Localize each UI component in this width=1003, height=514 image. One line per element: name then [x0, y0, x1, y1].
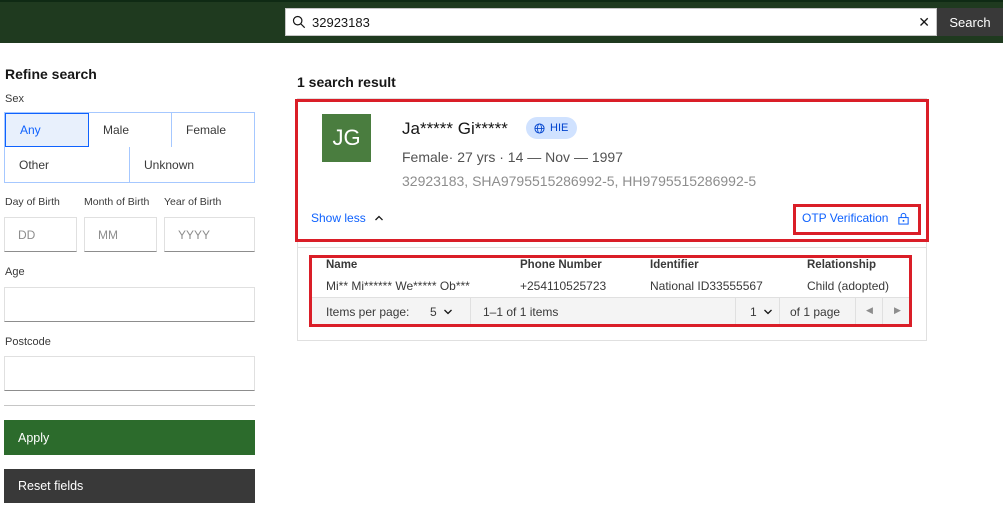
- reset-fields-button[interactable]: Reset fields: [4, 469, 255, 503]
- refine-sidebar: Refine search Sex Any Male Female Other …: [0, 43, 262, 514]
- search-icon: [292, 15, 306, 29]
- sex-option-unknown[interactable]: Unknown: [130, 147, 254, 182]
- search-button[interactable]: Search: [937, 8, 1003, 36]
- close-icon[interactable]: ✕: [918, 14, 930, 30]
- sex-label: Sex: [5, 93, 24, 105]
- sex-option-any[interactable]: Any: [5, 113, 89, 147]
- search-box[interactable]: ✕: [285, 8, 937, 36]
- year-of-birth-field[interactable]: YYYY: [164, 217, 255, 252]
- month-of-birth-label: Month of Birth: [84, 196, 150, 208]
- sex-option-other[interactable]: Other: [5, 147, 130, 182]
- sex-options-row-1: Any Male Female: [4, 112, 255, 148]
- results-count-title: 1 search result: [297, 74, 396, 90]
- month-of-birth-field[interactable]: MM: [84, 217, 157, 252]
- sex-option-male[interactable]: Male: [89, 113, 172, 147]
- related-persons-highlight: [309, 255, 912, 327]
- sex-options-row-2: Other Unknown: [4, 147, 255, 183]
- search-input[interactable]: [312, 9, 902, 35]
- top-bar-strip: [0, 0, 1003, 2]
- otp-highlight: [793, 204, 921, 235]
- day-of-birth-field[interactable]: DD: [4, 217, 77, 252]
- sidebar-divider: [4, 405, 255, 406]
- sex-option-female[interactable]: Female: [172, 113, 254, 147]
- age-label: Age: [5, 266, 25, 278]
- refine-title: Refine search: [5, 66, 97, 82]
- year-of-birth-label: Year of Birth: [164, 196, 222, 208]
- postcode-field[interactable]: [4, 356, 255, 391]
- day-of-birth-label: Day of Birth: [5, 196, 60, 208]
- age-field[interactable]: [4, 287, 255, 322]
- postcode-label: Postcode: [5, 336, 51, 348]
- apply-button[interactable]: Apply: [4, 420, 255, 455]
